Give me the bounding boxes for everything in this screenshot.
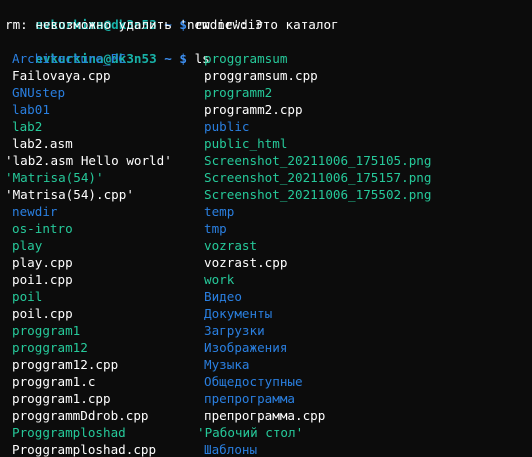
- ls-entry-right: proggramsum.cpp: [204, 68, 318, 83]
- ls-entry-left: proggram1.cpp: [12, 391, 111, 406]
- ls-entry-right: public: [204, 119, 250, 134]
- ls-entry-left: proggram1.c: [12, 374, 96, 389]
- ls-entry-left: os-intro: [12, 221, 73, 236]
- ls-entry-right: tmp: [204, 221, 227, 236]
- ls-entry-left: proggram12.cpp: [12, 357, 119, 372]
- ls-entry-left: Architecture_PC: [12, 51, 126, 66]
- ls-entry-left: Proggramploshad.cpp: [12, 442, 157, 457]
- ls-entry-left: play: [12, 238, 43, 253]
- ls-entry-left: newdir: [12, 204, 58, 219]
- ls-entry-left: 'Matrisa(54)': [5, 170, 104, 185]
- ls-entry-left: proggram1: [12, 323, 81, 338]
- ls-entry-right: Документы: [204, 306, 273, 321]
- ls-entry-left: lab01: [12, 102, 50, 117]
- ls-entry-right: proggramsum: [204, 51, 288, 66]
- ls-entry-left: Failovaya.cpp: [12, 68, 111, 83]
- ls-entry-right: public_html: [204, 136, 288, 151]
- ls-entry-left: proggram12: [12, 340, 88, 355]
- ls-entry-left: 'Matrisa(54).cpp': [5, 187, 134, 202]
- ls-entry-right: Музыка: [204, 357, 250, 372]
- ls-entry-left: Proggramploshad: [12, 425, 126, 440]
- ls-entry-right: work: [204, 272, 235, 287]
- ls-entry-left: GNUstep: [12, 85, 66, 100]
- ls-entry-right: препрограмма.cpp: [204, 408, 326, 423]
- ls-entry-right: temp: [204, 204, 235, 219]
- ls-entry-right: препрограмма: [204, 391, 295, 406]
- prompt-line-1: evkurkina@dk3n53 ~ $ rm newdir: [5, 0, 263, 32]
- prompt-line-2: evkurkina@dk3n53 ~ $ ls: [5, 33, 209, 66]
- ls-entry-right: programm2: [204, 85, 273, 100]
- ls-entry-left: lab2: [12, 119, 43, 134]
- ls-entry-left: play.cpp: [12, 255, 73, 270]
- ls-entry-right: Загрузки: [204, 323, 265, 338]
- error-output-line: rm: невозможно удалить 'newdir': Это кат…: [5, 17, 339, 32]
- ls-entry-right: Общедоступные: [204, 374, 303, 389]
- ls-entry-left: 'lab2.asm Hello world': [5, 153, 172, 168]
- ls-entry-right: Видео: [204, 289, 242, 304]
- ls-entry-right: Screenshot_20211006_175105.png: [204, 153, 432, 168]
- prompt-path: ~ $: [156, 51, 195, 66]
- ls-entry-right: vozrast.cpp: [204, 255, 288, 270]
- ls-entry-right: Шаблоны: [204, 442, 258, 457]
- ls-entry-left: lab2.asm: [12, 136, 73, 151]
- ls-entry-left: poil: [12, 289, 43, 304]
- ls-entry-right: Screenshot_20211006_175157.png: [204, 170, 432, 185]
- ls-entry-right: Screenshot_20211006_175502.png: [204, 187, 432, 202]
- ls-entry-left: poi1.cpp: [12, 272, 73, 287]
- ls-entry-left: poil.cpp: [12, 306, 73, 321]
- terminal-window[interactable]: evkurkina@dk3n53 ~ $ rm newdir rm: невоз…: [0, 0, 532, 457]
- ls-entry-left: proggrammDdrob.cpp: [12, 408, 149, 423]
- ls-entry-right: vozrast: [204, 238, 258, 253]
- ls-entry-right: Изображения: [204, 340, 288, 355]
- ls-entry-right: programm2.cpp: [204, 102, 303, 117]
- ls-entry-right: 'Рабочий стол': [197, 425, 304, 440]
